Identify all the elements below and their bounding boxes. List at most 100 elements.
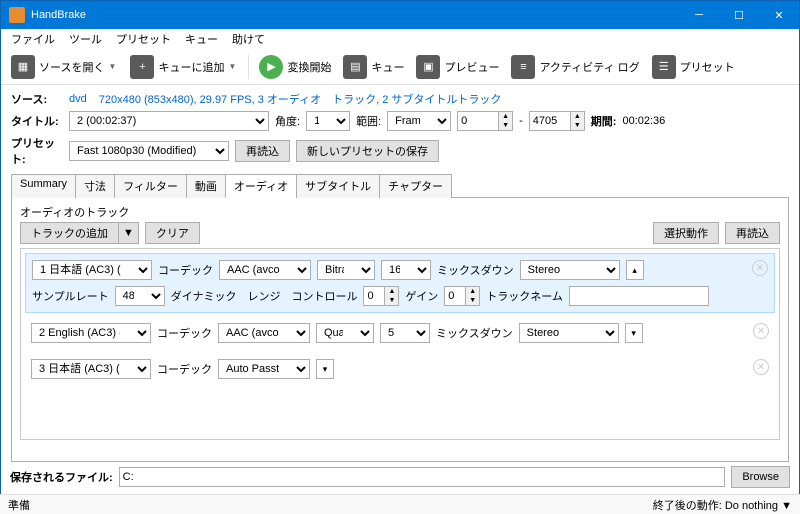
tab-summary[interactable]: Summary [11,174,76,198]
menu-file[interactable]: ファイル [5,29,61,49]
range-type-select[interactable]: Frames [387,111,451,131]
play-icon: ▶ [259,55,283,79]
track-gain-spinner[interactable]: ▲▼ [444,286,480,306]
activity-icon: ≡ [511,55,535,79]
source-info: 720x480 (853x480), 29.97 FPS, 3 オーディオ トラ… [99,91,502,107]
track-name-input[interactable] [569,286,709,306]
track-quality-select[interactable]: 5 [380,323,430,343]
preview-button[interactable]: ▣プレビュー [412,52,503,82]
menu-help[interactable]: 助けて [226,29,271,49]
range-from-spinner[interactable]: ▲▼ [457,111,513,131]
maximize-button[interactable]: ☐ [719,1,759,29]
preset-select[interactable]: Fast 1080p30 (Modified) [69,141,229,161]
status-text: 準備 [8,497,30,513]
close-button[interactable]: ✕ [759,1,799,29]
audio-track-1[interactable]: 1 日本語 (AC3) (2.0 ch コーデック AAC (avcodec) … [25,253,775,313]
track-mode-select[interactable]: Quality: [316,323,374,343]
track-remove-button[interactable]: ✕ [752,260,768,276]
range-to-spinner[interactable]: ▲▼ [529,111,585,131]
angle-select[interactable]: 1 [306,111,350,131]
track-mixdown-select[interactable]: Stereo [520,260,620,280]
open-source-button[interactable]: ▦ソースを開く▼ [7,52,122,82]
menu-queue[interactable]: キュー [179,29,224,49]
track-bitrate-select[interactable]: 160 [381,260,431,280]
preset-save-button[interactable]: 新しいプリセットの保存 [296,140,439,162]
toolbar: ▦ソースを開く▼ +キューに追加▼ ▶変換開始 ▤キュー ▣プレビュー ≡アクテ… [1,49,799,85]
audio-track-2[interactable]: 2 English (AC3) (2.0 c コーデック AAC (avcode… [25,317,775,349]
angle-label: 角度: [275,113,300,129]
range-from-input[interactable] [458,112,498,130]
range-dash: - [519,115,523,127]
track-mode-select[interactable]: Bitrate: [317,260,375,280]
app-icon [9,7,25,23]
separator [248,55,249,79]
preset-icon: ☰ [652,55,676,79]
track-expand-button[interactable]: ▾ [316,359,334,379]
preview-icon: ▣ [416,55,440,79]
tabs: Summary 寸法 フィルター 動画 オーディオ サブタイトル チャプター [11,173,789,198]
source-name: dvd [69,93,87,105]
queue-icon: ▤ [343,55,367,79]
menu-bar: ファイル ツール プリセット キュー 助けて [1,29,799,49]
activity-button[interactable]: ≡アクティビティ ログ [507,52,643,82]
add-queue-button[interactable]: +キューに追加▼ [126,52,242,82]
add-queue-icon: + [130,55,154,79]
tab-dimensions[interactable]: 寸法 [75,174,115,198]
preset-button[interactable]: ☰プリセット [648,52,739,82]
menu-tool[interactable]: ツール [63,29,108,49]
clear-button[interactable]: クリア [145,222,200,244]
range-label: 範囲: [356,113,381,129]
track-source-select[interactable]: 3 日本語 (AC3) (2.0 ch [31,359,151,379]
duration-label: 期間: [591,113,617,129]
track-source-select[interactable]: 2 English (AC3) (2.0 c [31,323,151,343]
audio-reload-button[interactable]: 再読込 [725,222,780,244]
range-to-input[interactable] [530,112,570,130]
tab-subtitles[interactable]: サブタイトル [296,174,380,198]
track-mixdown-select[interactable]: Stereo [519,323,619,343]
track-codec-select[interactable]: Auto Passthru [218,359,310,379]
when-done-dropdown[interactable]: Do nothing ▼ [725,500,792,512]
audio-tab-body: オーディオのトラック トラックの追加 ▼ クリア 選択動作 再読込 1 日本語 … [11,198,789,462]
add-track-splitbutton[interactable]: トラックの追加 ▼ [20,222,139,244]
audio-track-3[interactable]: 3 日本語 (AC3) (2.0 ch コーデック Auto Passthru … [25,353,775,385]
track-codec-select[interactable]: AAC (avcodec) [219,260,311,280]
selection-behavior-button[interactable]: 選択動作 [653,222,719,244]
track-codec-select[interactable]: AAC (avcodec) [218,323,310,343]
menu-preset[interactable]: プリセット [110,29,177,49]
track-collapse-button[interactable]: ▴ [626,260,644,280]
track-remove-button[interactable]: ✕ [753,359,769,375]
track-drc-spinner[interactable]: ▲▼ [363,286,399,306]
track-samplerate-select[interactable]: 48 [115,286,165,306]
queue-button[interactable]: ▤キュー [339,52,408,82]
film-icon: ▦ [11,55,35,79]
add-track-dropdown[interactable]: ▼ [118,222,139,244]
save-path-input[interactable] [119,467,726,487]
add-track-button[interactable]: トラックの追加 [20,222,118,244]
tab-video[interactable]: 動画 [186,174,226,198]
status-bar: 準備 終了後の動作: Do nothing ▼ [0,494,800,514]
title-select[interactable]: 2 (00:02:37) [69,111,269,131]
title-row: タイトル: 2 (00:02:37) 角度: 1 範囲: Frames ▲▼ -… [11,111,789,131]
tab-filters[interactable]: フィルター [114,174,187,198]
window-title: HandBrake [31,9,679,21]
source-row: ソース: dvd 720x480 (853x480), 29.97 FPS, 3… [11,91,789,107]
tab-audio[interactable]: オーディオ [225,174,297,198]
start-button[interactable]: ▶変換開始 [255,52,335,82]
preset-label: プリセット: [11,135,63,167]
when-done: 終了後の動作: Do nothing ▼ [653,497,792,513]
title-label: タイトル: [11,113,63,129]
title-bar: HandBrake ─ ☐ ✕ [1,1,799,29]
audio-header: オーディオのトラック [20,204,780,220]
tab-chapters[interactable]: チャプター [379,174,452,198]
source-label: ソース: [11,91,63,107]
preset-row: プリセット: Fast 1080p30 (Modified) 再読込 新しいプリ… [11,135,789,167]
audio-track-list: 1 日本語 (AC3) (2.0 ch コーデック AAC (avcodec) … [20,248,780,440]
save-label: 保存されるファイル: [10,469,113,485]
track-remove-button[interactable]: ✕ [753,323,769,339]
browse-button[interactable]: Browse [731,466,790,488]
track-source-select[interactable]: 1 日本語 (AC3) (2.0 ch [32,260,152,280]
duration-value: 00:02:36 [622,115,665,127]
preset-reload-button[interactable]: 再読込 [235,140,290,162]
minimize-button[interactable]: ─ [679,1,719,29]
track-expand-button[interactable]: ▾ [625,323,643,343]
